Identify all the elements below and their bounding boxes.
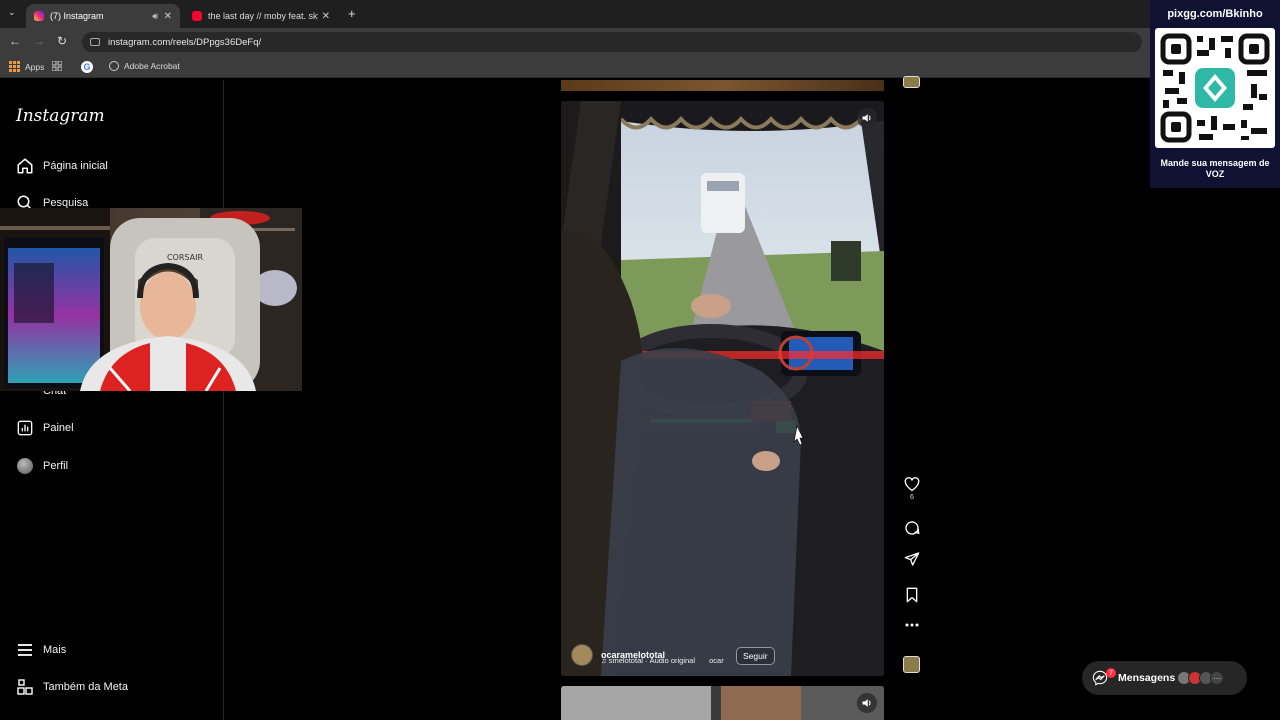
reel-video-frame — [561, 101, 884, 676]
bookmark-label: Adobe Acrobat — [124, 61, 180, 71]
bookmark-adobe[interactable]: Adobe Acrobat — [109, 61, 180, 71]
bookmark-apps[interactable]: Apps — [9, 61, 44, 72]
forward-icon[interactable]: → — [33, 34, 45, 48]
sidebar-item-label: Perfil — [43, 460, 69, 472]
heart-icon — [904, 477, 920, 492]
audio-label: smelototal · Áudio original — [608, 656, 696, 665]
tab-youtube[interactable]: the last day // moby feat. skylar ✕ — [184, 4, 338, 28]
back-icon[interactable]: ← — [9, 34, 21, 48]
new-tab-icon[interactable]: + — [348, 6, 356, 21]
sidebar-item-meta[interactable]: Também da Meta — [16, 678, 128, 696]
meta-icon — [16, 678, 34, 696]
like-button[interactable]: 6 — [900, 477, 924, 501]
reel-video[interactable] — [561, 101, 884, 676]
bookmark-google[interactable]: G — [81, 61, 93, 73]
bookmark-icon — [906, 587, 918, 603]
tab-audio-icon[interactable]: 🔊︎ — [152, 11, 158, 22]
reel-audio-info[interactable]: ♫ smelototal · Áudio original ocar — [601, 656, 724, 665]
sidebar-item-dashboard[interactable]: Painel — [16, 419, 74, 437]
instagram-sidebar: Instagram Página inicial Pesquisa Chat P… — [0, 80, 224, 720]
bookmark-label: Apps — [25, 61, 45, 72]
like-count: 6 — [910, 494, 914, 501]
site-info-icon[interactable] — [90, 38, 100, 46]
youtube-favicon-icon — [192, 11, 202, 21]
qr-code — [1155, 28, 1275, 148]
tab-close-icon[interactable]: ✕ — [164, 11, 172, 22]
volume-icon — [862, 114, 871, 122]
reload-icon[interactable]: ↻ — [57, 34, 67, 48]
profile-avatar — [16, 457, 34, 475]
message-avatars: ⋯ — [1177, 671, 1224, 685]
send-icon — [904, 552, 920, 566]
sidebar-item-home[interactable]: Página inicial — [16, 157, 108, 175]
comment-icon — [905, 521, 920, 535]
next-volume-button[interactable] — [857, 693, 877, 713]
url-text: instagram.com/reels/DPpgs36DeFq/ — [108, 36, 262, 48]
audio-extra: ocar — [709, 656, 724, 665]
sidebar-item-label: Mais — [43, 644, 67, 656]
apps-icon — [9, 61, 20, 72]
bookmarks-bar: Apps G Adobe Acrobat — [0, 56, 1280, 78]
sidebar-item-label: Também da Meta — [43, 681, 128, 693]
more-dots-icon — [905, 623, 919, 627]
address-bar[interactable]: instagram.com/reels/DPpgs36DeFq/ — [82, 32, 1142, 52]
qr-code-image — [1160, 33, 1270, 143]
share-button[interactable] — [900, 551, 924, 567]
browser-toolbar: ← → ↻ instagram.com/reels/DPpgs36DeFq/ — [0, 28, 1280, 56]
google-icon: G — [81, 61, 93, 73]
home-icon — [16, 157, 34, 175]
comment-button[interactable] — [900, 520, 924, 536]
sidebar-item-profile[interactable]: Perfil — [16, 457, 68, 475]
browser-tab-strip: ⌄ (7) Instagram 🔊︎ ✕ the last day // mob… — [0, 0, 1280, 28]
tab-title: the last day // moby feat. skylar — [208, 11, 318, 21]
next-reel[interactable] — [561, 686, 884, 720]
grid-icon — [52, 61, 62, 71]
svg-text:CORSAIR: CORSAIR — [167, 253, 204, 262]
more-avatars-icon: ⋯ — [1210, 671, 1224, 685]
tab-close-icon[interactable]: ✕ — [322, 11, 330, 22]
globe-icon — [109, 61, 119, 71]
webcam-image: CORSAIR — [0, 208, 302, 391]
bookmark-grid[interactable] — [52, 61, 62, 71]
prev-audio-thumb[interactable] — [903, 76, 920, 88]
music-note-icon: ♫ — [601, 656, 607, 665]
tab-search-icon[interactable]: ⌄ — [8, 7, 16, 18]
sidebar-item-label: Painel — [43, 422, 74, 434]
more-options-button[interactable] — [900, 623, 924, 627]
audio-thumbnail[interactable] — [903, 656, 920, 673]
volume-icon — [862, 699, 871, 707]
volume-button[interactable] — [857, 108, 877, 128]
dashboard-icon — [16, 419, 34, 437]
messages-button[interactable]: 7 Mensagens ⋯ — [1082, 661, 1247, 695]
stream-qr-overlay: pixgg.com/Bkinho Mande sua mensagem de V… — [1150, 0, 1280, 188]
webcam-overlay: CORSAIR — [0, 208, 302, 391]
follow-button[interactable]: Seguir — [736, 647, 775, 665]
messages-label: Mensagens — [1118, 672, 1176, 684]
sidebar-item-more[interactable]: Mais — [16, 641, 66, 659]
sidebar-item-label: Página inicial — [43, 160, 108, 172]
messages-badge: 7 — [1106, 668, 1116, 678]
next-reel-thumbnail — [561, 686, 884, 720]
save-button[interactable] — [900, 587, 924, 603]
tab-title: (7) Instagram — [50, 11, 104, 21]
author-avatar[interactable] — [571, 644, 593, 666]
qr-title: pixgg.com/Bkinho — [1167, 8, 1263, 20]
menu-icon — [16, 641, 34, 659]
instagram-favicon-icon — [34, 11, 44, 21]
tab-instagram[interactable]: (7) Instagram 🔊︎ ✕ — [26, 4, 180, 28]
instagram-logo[interactable]: Instagram — [16, 106, 105, 126]
qr-caption: Mande sua mensagem de VOZ — [1160, 158, 1270, 179]
previous-reel[interactable] — [561, 80, 884, 91]
